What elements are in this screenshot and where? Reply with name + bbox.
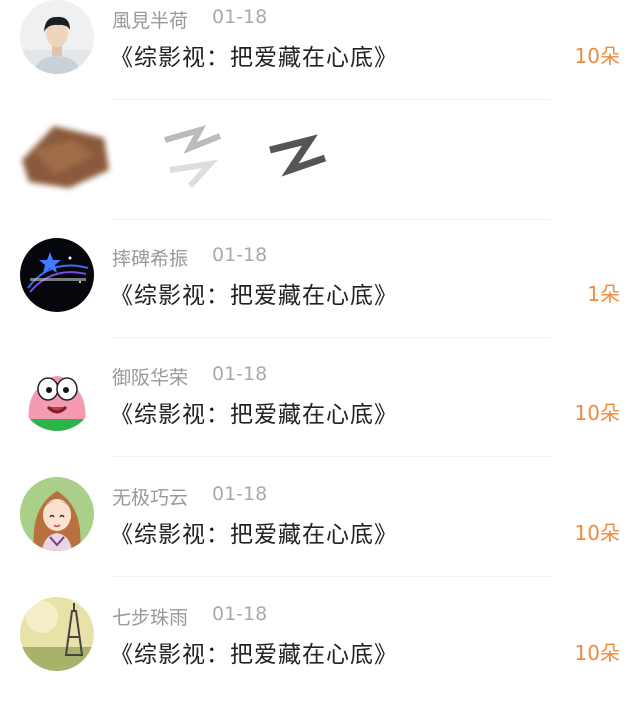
username[interactable]: 七步珠雨 xyxy=(112,603,188,630)
divider xyxy=(112,337,550,338)
divider xyxy=(112,219,550,220)
list-item[interactable]: 七步珠雨 01-18 《综影视：把爱藏在心底》 10朵 xyxy=(0,597,640,717)
novel-title[interactable]: 《综影视：把爱藏在心底》 xyxy=(110,515,398,549)
gift-count: 10朵 xyxy=(574,641,620,665)
list-item[interactable]: 摔碑希振 01-18 《综影视：把爱藏在心底》 1朵 xyxy=(0,238,640,358)
gift-count: 1朵 xyxy=(587,282,620,306)
date: 01-18 xyxy=(212,603,268,625)
list-item[interactable]: 風見半荷 01-18 《综影视：把爱藏在心底》 10朵 xyxy=(0,0,640,120)
username[interactable]: 无极巧云 xyxy=(112,483,188,510)
anime-girl-avatar-icon[interactable] xyxy=(20,477,94,551)
novel-title[interactable]: 《综影视：把爱藏在心底》 xyxy=(110,635,398,669)
starry-night-avatar-icon[interactable] xyxy=(20,238,94,312)
divider xyxy=(112,576,550,577)
eiffel-tower-avatar-icon[interactable] xyxy=(20,597,94,671)
novel-title[interactable]: 《综影视：把爱藏在心底》 xyxy=(110,276,398,310)
gift-count: 10朵 xyxy=(574,44,620,68)
novel-title[interactable]: 《综影视：把爱藏在心底》 xyxy=(110,395,398,429)
date: 01-18 xyxy=(212,483,268,505)
redacted-avatar-icon[interactable] xyxy=(14,120,114,194)
divider xyxy=(112,99,550,100)
person-avatar-icon[interactable] xyxy=(20,0,94,74)
date: 01-18 xyxy=(212,363,268,385)
divider xyxy=(112,456,550,457)
username[interactable]: 風見半荷 xyxy=(112,6,188,33)
gift-count: 10朵 xyxy=(574,521,620,545)
date: 01-18 xyxy=(212,6,268,28)
list-item[interactable]: 御阪华荣 01-18 《综影视：把爱藏在心底》 10朵 xyxy=(0,357,640,477)
novel-title[interactable]: 《综影视：把爱藏在心底》 xyxy=(110,38,398,72)
list-item[interactable] xyxy=(0,120,640,240)
list-item[interactable]: 无极巧云 01-18 《综影视：把爱藏在心底》 10朵 xyxy=(0,477,640,597)
scribble-redaction xyxy=(160,120,330,194)
gift-count: 10朵 xyxy=(574,401,620,425)
username[interactable]: 御阪华荣 xyxy=(112,363,188,390)
date: 01-18 xyxy=(212,244,268,266)
cartoon-starfish-avatar-icon[interactable] xyxy=(20,357,94,431)
username[interactable]: 摔碑希振 xyxy=(112,244,188,271)
